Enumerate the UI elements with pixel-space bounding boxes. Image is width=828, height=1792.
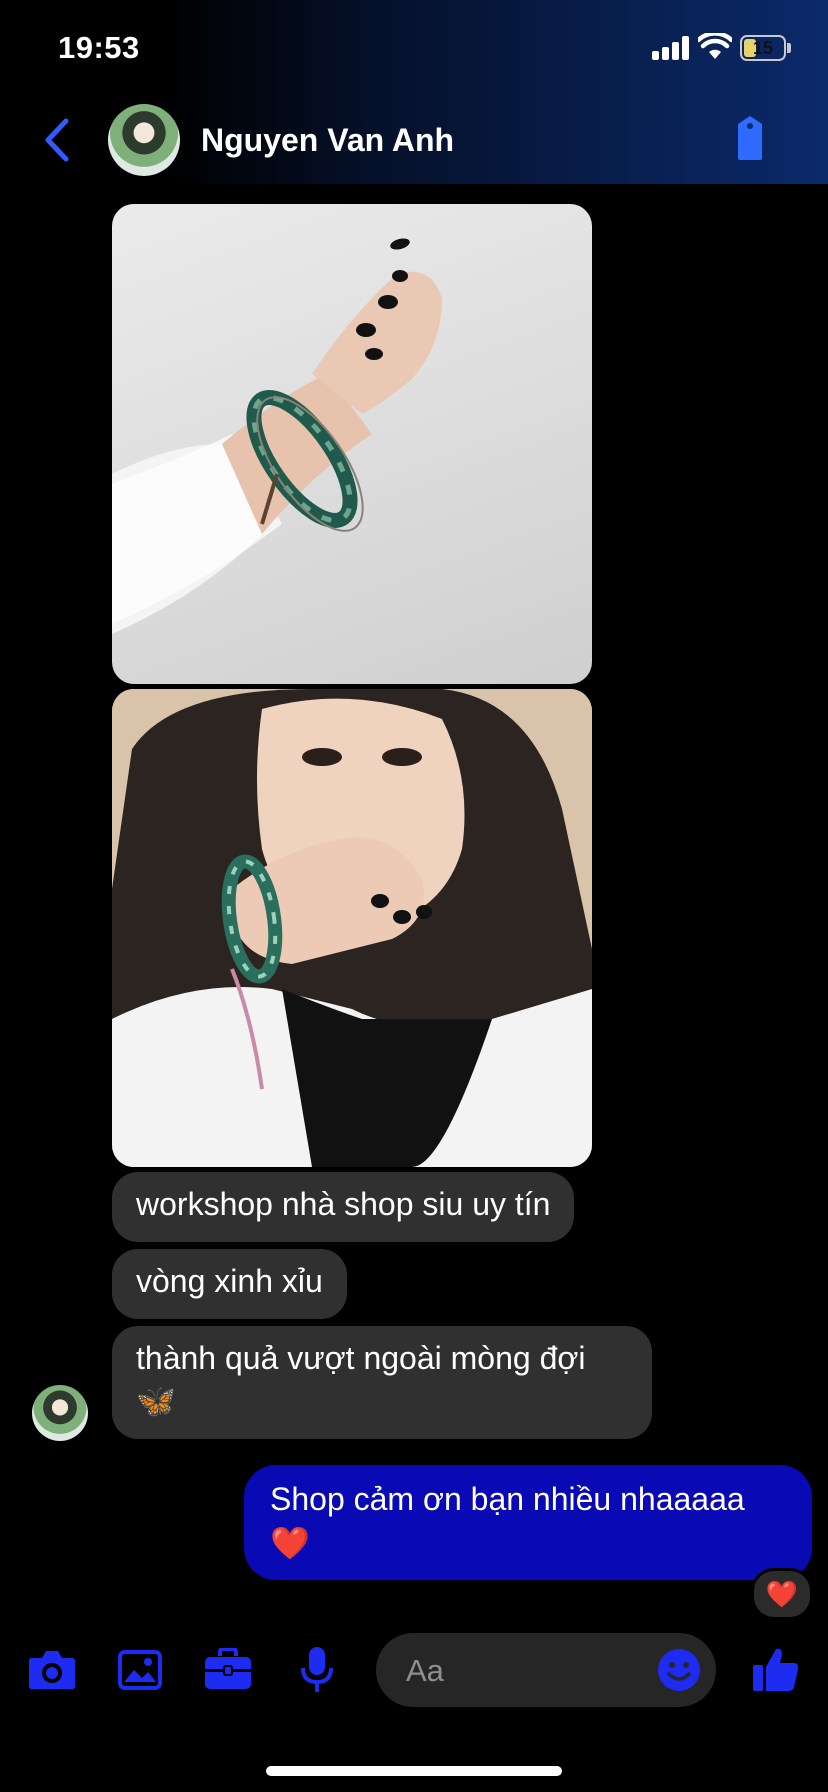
message-text: workshop nhà shop siu uy tín bbox=[136, 1186, 551, 1222]
butterfly-emoji: 🦋 bbox=[136, 1383, 176, 1419]
message-text: vòng xinh xỉu bbox=[136, 1263, 323, 1299]
message-input[interactable] bbox=[406, 1653, 626, 1689]
battery-icon: 15 bbox=[740, 35, 786, 61]
bracelet-photo-1-image bbox=[112, 238, 442, 634]
cellular-signal-icon bbox=[652, 36, 692, 60]
briefcase-icon[interactable] bbox=[204, 1648, 252, 1690]
reaction-emoji: ❤️ bbox=[765, 1578, 799, 1609]
tag-icon[interactable] bbox=[730, 114, 770, 162]
camera-icon[interactable] bbox=[28, 1648, 76, 1690]
wifi-icon bbox=[698, 33, 732, 59]
outgoing-message[interactable]: Shop cảm ơn bạn nhiều nhaaaaa ❤️ bbox=[244, 1465, 812, 1580]
emoji-icon[interactable] bbox=[657, 1648, 701, 1692]
microphone-icon[interactable] bbox=[300, 1646, 334, 1694]
heart-emoji: ❤️ bbox=[270, 1525, 310, 1561]
message-composer[interactable] bbox=[376, 1633, 716, 1707]
home-indicator[interactable] bbox=[266, 1766, 562, 1776]
image-gallery-icon[interactable] bbox=[118, 1650, 162, 1690]
message-text: Shop cảm ơn bạn nhiều nhaaaaa bbox=[270, 1481, 745, 1517]
sender-avatar[interactable] bbox=[32, 1385, 88, 1441]
thumbs-up-icon[interactable] bbox=[752, 1645, 800, 1693]
contact-name[interactable]: Nguyen Van Anh bbox=[201, 122, 454, 159]
message-text: thành quả vượt ngoài mòng đợi bbox=[136, 1340, 586, 1376]
battery-level: 15 bbox=[752, 38, 774, 58]
heart-reaction[interactable]: ❤️ bbox=[751, 1568, 813, 1620]
contact-avatar[interactable] bbox=[108, 104, 180, 176]
battery-nub bbox=[787, 43, 791, 53]
incoming-message[interactable]: vòng xinh xỉu bbox=[112, 1249, 347, 1319]
bracelet-photo-2-image bbox=[112, 689, 592, 1167]
back-chevron-icon[interactable] bbox=[40, 116, 74, 164]
incoming-message[interactable]: workshop nhà shop siu uy tín bbox=[112, 1172, 575, 1242]
bracelet-photo-1[interactable] bbox=[112, 204, 592, 684]
status-time: 19:53 bbox=[58, 30, 140, 65]
incoming-message[interactable]: thành quả vượt ngoài mòng đợi 🦋 bbox=[112, 1326, 652, 1439]
bracelet-photo-2[interactable] bbox=[112, 689, 592, 1167]
